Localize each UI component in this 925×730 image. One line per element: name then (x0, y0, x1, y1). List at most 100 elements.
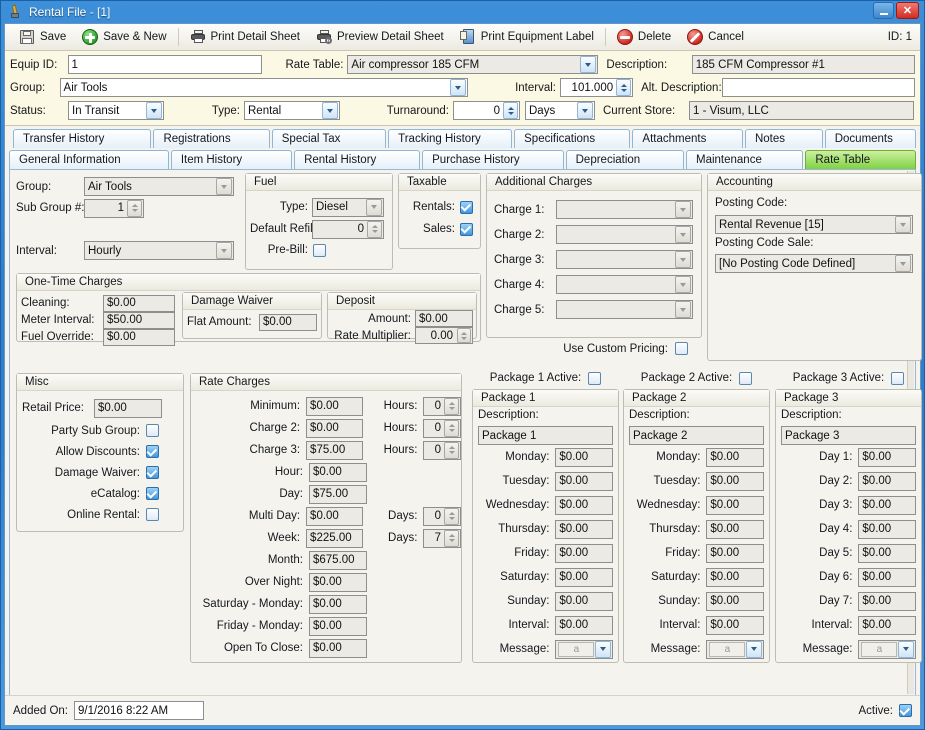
chevron-down-icon[interactable] (675, 301, 691, 318)
package-2-row-input[interactable]: $0.00 (706, 591, 764, 611)
online-rental-checkbox[interactable] (146, 508, 159, 521)
allow-discounts-checkbox[interactable] (146, 445, 159, 458)
rate-charge-unit-spinner[interactable]: 0 (423, 396, 461, 416)
package-1-row-input[interactable]: $0.00 (555, 543, 613, 563)
chevron-down-icon[interactable] (898, 640, 914, 658)
default-refill-spinner[interactable]: 0 (312, 219, 384, 239)
package-1-row-input[interactable]: $0.00 (555, 495, 613, 515)
package-3-row-input[interactable]: $0.00 (858, 447, 916, 467)
retail-price-input[interactable]: $0.00 (94, 398, 162, 418)
package-3-message-combo[interactable]: a (858, 639, 916, 659)
spinner-arrows-icon[interactable] (444, 397, 459, 415)
package-2-row-input[interactable]: $0.00 (706, 447, 764, 467)
cancel-button[interactable]: Cancel (679, 26, 752, 48)
chevron-down-icon[interactable] (746, 640, 762, 658)
package-3-active-checkbox[interactable] (891, 371, 905, 385)
charge-1-combo[interactable] (556, 200, 693, 219)
print-detail-sheet-button[interactable]: Print Detail Sheet (182, 26, 309, 48)
chevron-down-icon[interactable] (675, 226, 691, 243)
package-3-row-input[interactable]: $0.00 (858, 495, 916, 515)
group-combo[interactable]: Air Tools (59, 78, 468, 97)
chevron-down-icon[interactable] (322, 102, 338, 119)
package-1-row-input[interactable]: $0.00 (555, 519, 613, 539)
taxable-rentals-checkbox[interactable] (460, 200, 473, 214)
rate-charge-input[interactable]: $0.00 (309, 616, 367, 636)
rate-table-combo[interactable]: Air compressor 185 CFM (347, 55, 599, 74)
rate-charge-input[interactable]: $675.00 (309, 550, 367, 570)
chevron-down-icon[interactable] (366, 198, 382, 216)
package-1-row-input[interactable]: $0.00 (555, 471, 613, 491)
package-2-row-input[interactable]: $0.00 (706, 567, 764, 587)
package-2-row-input[interactable]: $0.00 (706, 615, 764, 635)
package-1-row-input[interactable]: $0.00 (555, 447, 613, 467)
spinner-arrows-icon[interactable] (127, 199, 142, 217)
rate-charge-input[interactable]: $75.00 (309, 484, 367, 504)
tab-rental-history[interactable]: Rental History (294, 150, 421, 169)
package-3-row-input[interactable]: $0.00 (858, 615, 916, 635)
spinner-arrows-icon[interactable] (616, 79, 632, 96)
charge-2-combo[interactable] (556, 225, 693, 244)
interval-spinner[interactable]: 101.000 (560, 78, 634, 97)
spinner-arrows-icon[interactable] (503, 102, 518, 119)
ecatalog-checkbox[interactable] (146, 487, 159, 500)
tab-item-history[interactable]: Item History (170, 150, 293, 169)
tab-rate-table[interactable]: Rate Table (805, 150, 917, 169)
rate-charge-input[interactable]: $0.00 (306, 418, 363, 438)
package-2-row-input[interactable]: $0.00 (706, 543, 764, 563)
package-1-row-input[interactable]: $0.00 (555, 567, 613, 587)
package-2-row-input[interactable]: $0.00 (706, 471, 764, 491)
deposit-amount-input[interactable]: $0.00 (415, 310, 473, 327)
description-input[interactable]: 185 CFM Compressor #1 (691, 55, 915, 74)
spinner-arrows-icon[interactable] (444, 441, 459, 459)
rate-charge-unit-spinner[interactable]: 7 (423, 528, 461, 548)
package-2-message-combo[interactable]: a (706, 639, 764, 659)
tab-general-information[interactable]: General Information (9, 150, 169, 169)
interval-combo[interactable]: Hourly (84, 241, 234, 260)
package-1-active-checkbox[interactable] (588, 371, 602, 385)
damage-waiver-checkbox[interactable] (146, 466, 159, 479)
package-3-row-input[interactable]: $0.00 (858, 543, 916, 563)
tab-documents[interactable]: Documents (824, 129, 916, 148)
tab-tracking-history[interactable]: Tracking History (388, 129, 513, 148)
spinner-arrows-icon[interactable] (457, 328, 471, 343)
package-3-description-input[interactable]: Package 3 (781, 426, 916, 445)
posting-code-sale-combo[interactable]: [No Posting Code Defined] (715, 254, 913, 273)
type-combo[interactable]: Rental (244, 101, 340, 120)
rate-charge-unit-spinner[interactable]: 0 (423, 440, 461, 460)
turnaround-spinner[interactable]: 0 (453, 101, 520, 120)
rate-charge-input[interactable]: $75.00 (306, 440, 363, 460)
charge-3-combo[interactable] (556, 250, 693, 269)
charge-5-combo[interactable] (556, 300, 693, 319)
chevron-down-icon[interactable] (675, 276, 691, 293)
minimize-button[interactable] (873, 2, 894, 19)
package-2-active-checkbox[interactable] (739, 371, 753, 385)
rate-charge-input[interactable]: $0.00 (309, 572, 367, 592)
chevron-down-icon[interactable] (675, 201, 691, 218)
charge-4-combo[interactable] (556, 275, 693, 294)
spinner-arrows-icon[interactable] (444, 529, 459, 547)
active-checkbox[interactable] (899, 704, 912, 717)
party-sub-group-checkbox[interactable] (146, 424, 159, 437)
package-3-row-input[interactable]: $0.00 (858, 567, 916, 587)
save-button[interactable]: Save (11, 26, 74, 48)
package-2-description-input[interactable]: Package 2 (629, 426, 764, 445)
added-on-input[interactable]: 9/1/2016 8:22 AM (73, 701, 204, 720)
chevron-down-icon[interactable] (895, 216, 911, 233)
spinner-arrows-icon[interactable] (367, 220, 382, 238)
taxable-sales-checkbox[interactable] (460, 222, 473, 236)
alt-description-input[interactable] (721, 78, 916, 97)
tab-purchase-history[interactable]: Purchase History (422, 150, 564, 169)
package-3-row-input[interactable]: $0.00 (858, 591, 916, 611)
chevron-down-icon[interactable] (580, 56, 597, 73)
spinner-arrows-icon[interactable] (444, 419, 459, 437)
chevron-down-icon[interactable] (146, 102, 162, 119)
tab-special-tax[interactable]: Special Tax (271, 129, 387, 148)
package-1-description-input[interactable]: Package 1 (478, 426, 613, 445)
rate-charge-unit-spinner[interactable]: 0 (423, 506, 461, 526)
rate-charge-input[interactable]: $0.00 (306, 506, 363, 526)
tab-specifications[interactable]: Specifications (514, 129, 631, 148)
rate-charge-input[interactable]: $225.00 (306, 528, 363, 548)
tab-notes[interactable]: Notes (744, 129, 823, 148)
turnaround-unit-combo[interactable]: Days (525, 101, 595, 120)
package-2-row-input[interactable]: $0.00 (706, 495, 764, 515)
